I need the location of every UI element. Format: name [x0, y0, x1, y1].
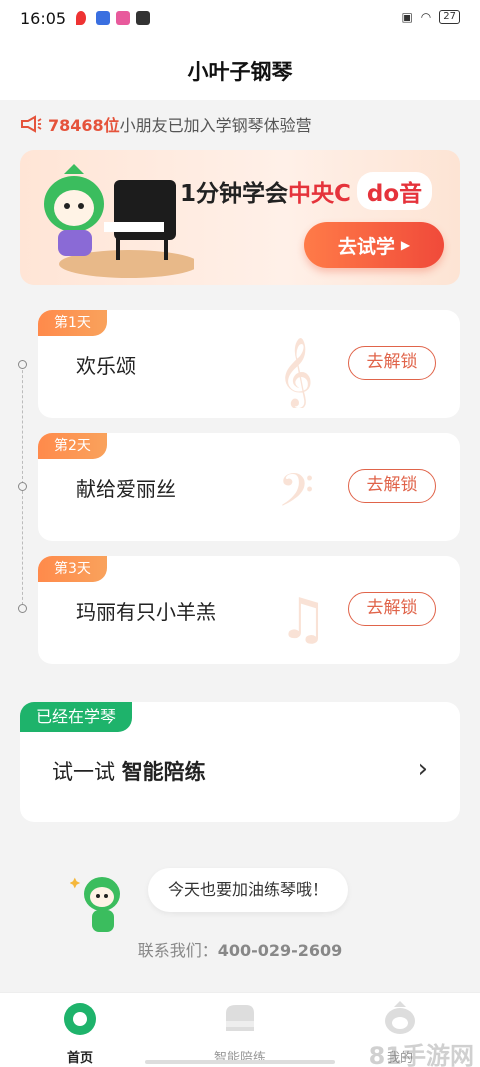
cheer-section: 今天也要加油练琴哦！ [70, 868, 370, 938]
wifi-icon: ◠ [420, 10, 432, 24]
contact-phone[interactable]: 400-029-2609 [218, 941, 343, 960]
treble-clef-icon: 𝄞 [278, 337, 313, 408]
music-note-icon: ♫ [278, 587, 328, 652]
try-learn-button[interactable]: 去试学 ▶ [304, 222, 444, 268]
chevron-right-icon: › [417, 754, 428, 784]
tab-smart-practice[interactable]: 智能陪练 [180, 1001, 300, 1066]
day-tag: 第2天 [38, 433, 107, 459]
unlock-button[interactable]: 去解锁 [348, 592, 436, 626]
status-bar: 16:05 ▣ ◠ 27 [0, 0, 480, 36]
contact-label: 联系我们： [137, 941, 218, 960]
home-indicator [145, 1060, 335, 1064]
tab-home[interactable]: 首页 [20, 1001, 140, 1066]
mascot-icon [70, 877, 120, 932]
smart-practice-card[interactable]: 已经在学琴 试一试 智能陪练 › [20, 702, 460, 822]
join-notice: 78468位 小朋友已加入学钢琴体验营 [20, 112, 312, 136]
banner-prefix: 1分钟学会 [180, 181, 289, 207]
practice-bold: 智能陪练 [121, 760, 206, 784]
timeline-dot [18, 360, 27, 369]
profile-leaf-icon [385, 1001, 415, 1034]
try-learn-label: 去试学 [337, 235, 395, 258]
paw-icon [96, 11, 110, 25]
banner-headline: 1分钟学会 中央C do音 [180, 172, 433, 210]
banner-pill: do音 [356, 172, 433, 210]
song-title: 玛丽有只小羊羔 [76, 600, 216, 624]
practice-label: 试一试 智能陪练 [52, 756, 206, 786]
megaphone-icon [21, 115, 42, 133]
svg-text:♫: ♫ [278, 587, 328, 652]
page-title: 小叶子钢琴 [187, 60, 293, 84]
day-tag: 第3天 [38, 556, 107, 582]
unlock-button[interactable]: 去解锁 [348, 346, 436, 380]
svg-text:𝄢: 𝄢 [278, 464, 314, 529]
timeline-dot [18, 482, 27, 491]
banner-highlight: 中央C [288, 181, 351, 207]
day-card-1[interactable]: 第1天 𝄞 欢乐颂 去解锁 [38, 310, 460, 418]
join-count: 78468位 [48, 116, 120, 135]
svg-text:𝄞: 𝄞 [278, 337, 313, 408]
watermark: 81手游网 [368, 1042, 474, 1067]
contact-info[interactable]: 联系我们：400-029-2609 [0, 937, 480, 961]
timeline-dot [18, 604, 27, 613]
status-time: 16:05 [20, 9, 67, 28]
day-tag: 第1天 [38, 310, 107, 336]
join-text: 小朋友已加入学钢琴体验营 [119, 116, 312, 135]
home-leaf-icon [64, 1003, 96, 1035]
tab-home-label: 首页 [66, 1051, 93, 1066]
cheer-bubble: 今天也要加油练琴哦！ [148, 868, 349, 912]
play-arrow-icon: ▶ [400, 238, 411, 252]
sim-icon: ▣ [401, 10, 413, 24]
mascot-piano-illustration [44, 164, 194, 278]
bass-clef-icon: 𝄢 [278, 464, 314, 529]
app-header: 小叶子钢琴 [0, 36, 480, 100]
practice-tag: 已经在学琴 [20, 702, 133, 732]
song-title: 欢乐颂 [76, 354, 136, 378]
map-pin-icon [76, 11, 86, 25]
app-icon [116, 11, 130, 25]
practice-prefix: 试一试 [52, 760, 115, 784]
trial-banner[interactable]: 1分钟学会 中央C do音 去试学 ▶ [20, 150, 460, 285]
day-card-2[interactable]: 第2天 𝄢 献给爱丽丝 去解锁 [38, 433, 460, 541]
play-icon [136, 11, 150, 25]
unlock-button[interactable]: 去解锁 [348, 469, 436, 503]
piano-icon [226, 1005, 254, 1031]
status-right: ▣ ◠ 27 [401, 10, 460, 24]
day-card-3[interactable]: 第3天 ♫ 玛丽有只小羊羔 去解锁 [38, 556, 460, 664]
song-title: 献给爱丽丝 [76, 477, 176, 501]
battery-icon: 27 [439, 10, 460, 24]
